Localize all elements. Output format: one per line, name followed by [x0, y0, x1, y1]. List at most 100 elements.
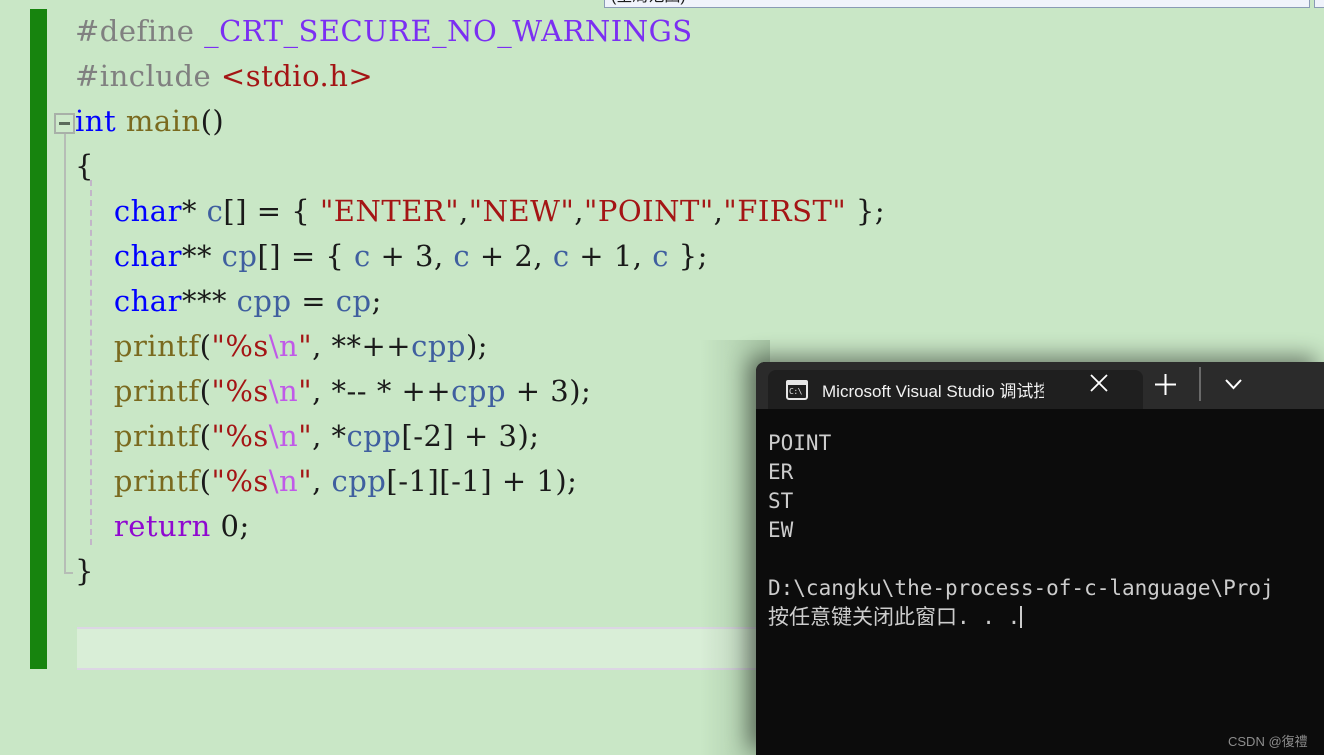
console-output[interactable]: POINT ER ST EW D:\cangku\the-process-of-c-la… — [756, 409, 1324, 755]
code-token-function: printf — [113, 374, 200, 408]
close-icon[interactable] — [1086, 370, 1112, 396]
code-token-punct: ; — [239, 509, 250, 543]
code-token-punct: ); — [517, 419, 540, 453]
scope-combobox[interactable]: (全局范围) — [604, 0, 1310, 8]
code-token-punct: ( — [199, 329, 212, 363]
code-token-keyword: int — [75, 104, 117, 138]
scope-combobox-dropdown-arrow[interactable] — [1314, 0, 1324, 8]
code-token-keyword: char — [113, 239, 182, 273]
code-line: int main() — [75, 99, 885, 144]
code-token-punct: + — [470, 239, 515, 273]
terminal-icon-label: C:\ — [789, 386, 802, 396]
code-token-number: -2 — [413, 419, 443, 453]
code-token-punct: * — [181, 194, 207, 228]
code-token-number: 2 — [514, 239, 534, 273]
code-line: #include <stdio.h> — [75, 54, 885, 99]
code-token-escape: \n — [268, 419, 299, 453]
code-token-punct: , — [312, 329, 332, 363]
code-token-preprocessor: #define — [75, 14, 205, 48]
code-token-identifier: cp — [221, 239, 258, 273]
code-token-string: "%s — [211, 464, 269, 498]
code-token-number: -1 — [451, 464, 481, 498]
code-token-punct: , — [574, 194, 585, 228]
code-token-string: "POINT" — [584, 194, 714, 228]
chevron-down-icon[interactable] — [1221, 374, 1246, 394]
code-token-string: "%s — [211, 419, 269, 453]
code-token-escape: \n — [268, 329, 299, 363]
code-token-punct: * — [331, 419, 347, 453]
console-title-bar[interactable]: C:\ Microsoft Visual Studio 调试控 — [756, 362, 1324, 409]
toolbar-separator — [1199, 367, 1201, 401]
code-token-keyword: char — [113, 284, 182, 318]
code-token-punct: + — [370, 239, 416, 273]
code-token-identifier: cpp — [346, 419, 402, 453]
code-token-string: " — [298, 464, 313, 498]
code-token-punct: [ — [386, 464, 399, 498]
code-token-punct: , — [312, 374, 332, 408]
code-token-number: -1 — [398, 464, 428, 498]
new-tab-icon[interactable] — [1152, 371, 1179, 398]
code-token-string: "ENTER" — [319, 194, 460, 228]
code-token-punct: = — [291, 284, 336, 318]
code-token-number: 3 — [415, 239, 434, 273]
code-token-identifier: c — [453, 239, 471, 273]
code-token-punct: ** — [181, 239, 222, 273]
console-output-line: D:\cangku\the-process-of-c-language\Proj — [768, 576, 1274, 600]
screen-root: (全局范围) #define _CRT_SECURE_NO_WARNINGS#i… — [0, 0, 1324, 755]
code-token-identifier: c — [552, 239, 570, 273]
code-token-string: "%s — [211, 374, 269, 408]
code-token-string: <stdio.h> — [220, 59, 374, 93]
console-tab-title: Microsoft Visual Studio 调试控 — [822, 382, 1044, 401]
code-token-identifier: c — [652, 239, 669, 273]
code-token-punct: ( — [199, 464, 212, 498]
code-token-number: 0 — [220, 509, 240, 543]
collapse-region-toggle-icon[interactable] — [54, 113, 75, 134]
code-token-function: printf — [113, 329, 200, 363]
code-token-punct: [ — [401, 419, 414, 453]
code-token-identifier: cpp — [236, 284, 292, 318]
code-token-punct: ] + — [442, 419, 499, 453]
code-token-punct: } — [75, 554, 94, 588]
code-token-punct: ( — [199, 419, 212, 453]
code-token-punct: , — [632, 239, 653, 273]
code-line: char*** cpp = cp; — [75, 279, 885, 324]
code-token-string: "FIRST" — [723, 194, 847, 228]
console-caret — [1020, 606, 1023, 628]
code-token-identifier: cp — [335, 284, 372, 318]
code-token-preprocessor: #include — [75, 59, 221, 93]
code-token-punct: }; — [668, 239, 708, 273]
code-token-punct: + — [569, 239, 614, 273]
code-token-punct: }; — [846, 194, 886, 228]
code-token-punct: ); — [465, 329, 489, 363]
code-token-punct: , — [459, 194, 469, 228]
code-token-punct: , — [312, 419, 332, 453]
code-token-punct: , — [533, 239, 553, 273]
code-token-punct: [] = { — [223, 194, 320, 228]
terminal-icon: C:\ — [786, 379, 808, 400]
code-token-punct: ( — [199, 374, 212, 408]
code-token-identifier: cpp — [411, 329, 466, 363]
debug-console-window[interactable]: C:\ Microsoft Visual Studio 调试控 POINT ER… — [756, 362, 1324, 755]
code-token-identifier: c — [206, 194, 224, 228]
code-token-punct: ; — [371, 284, 382, 318]
navigation-bar: (全局范围) — [0, 0, 1324, 9]
code-token-punct: ] + — [480, 464, 537, 498]
console-output-line: EW — [768, 518, 794, 542]
watermark: CSDN @復禮 — [1228, 734, 1308, 749]
code-line: char* c[] = { "ENTER","NEW","POINT","FIR… — [75, 189, 885, 234]
code-token-punct: *-- * ++ — [331, 374, 452, 408]
code-token-punct: , — [312, 464, 332, 498]
selection-margin[interactable] — [0, 9, 30, 755]
console-output-line: 按任意键关闭此窗口. . . — [768, 605, 1023, 629]
code-token-string: " — [298, 419, 313, 453]
code-line: #define _CRT_SECURE_NO_WARNINGS — [75, 9, 885, 54]
code-token-punct: ][ — [427, 464, 452, 498]
code-token-function: printf — [113, 464, 200, 498]
